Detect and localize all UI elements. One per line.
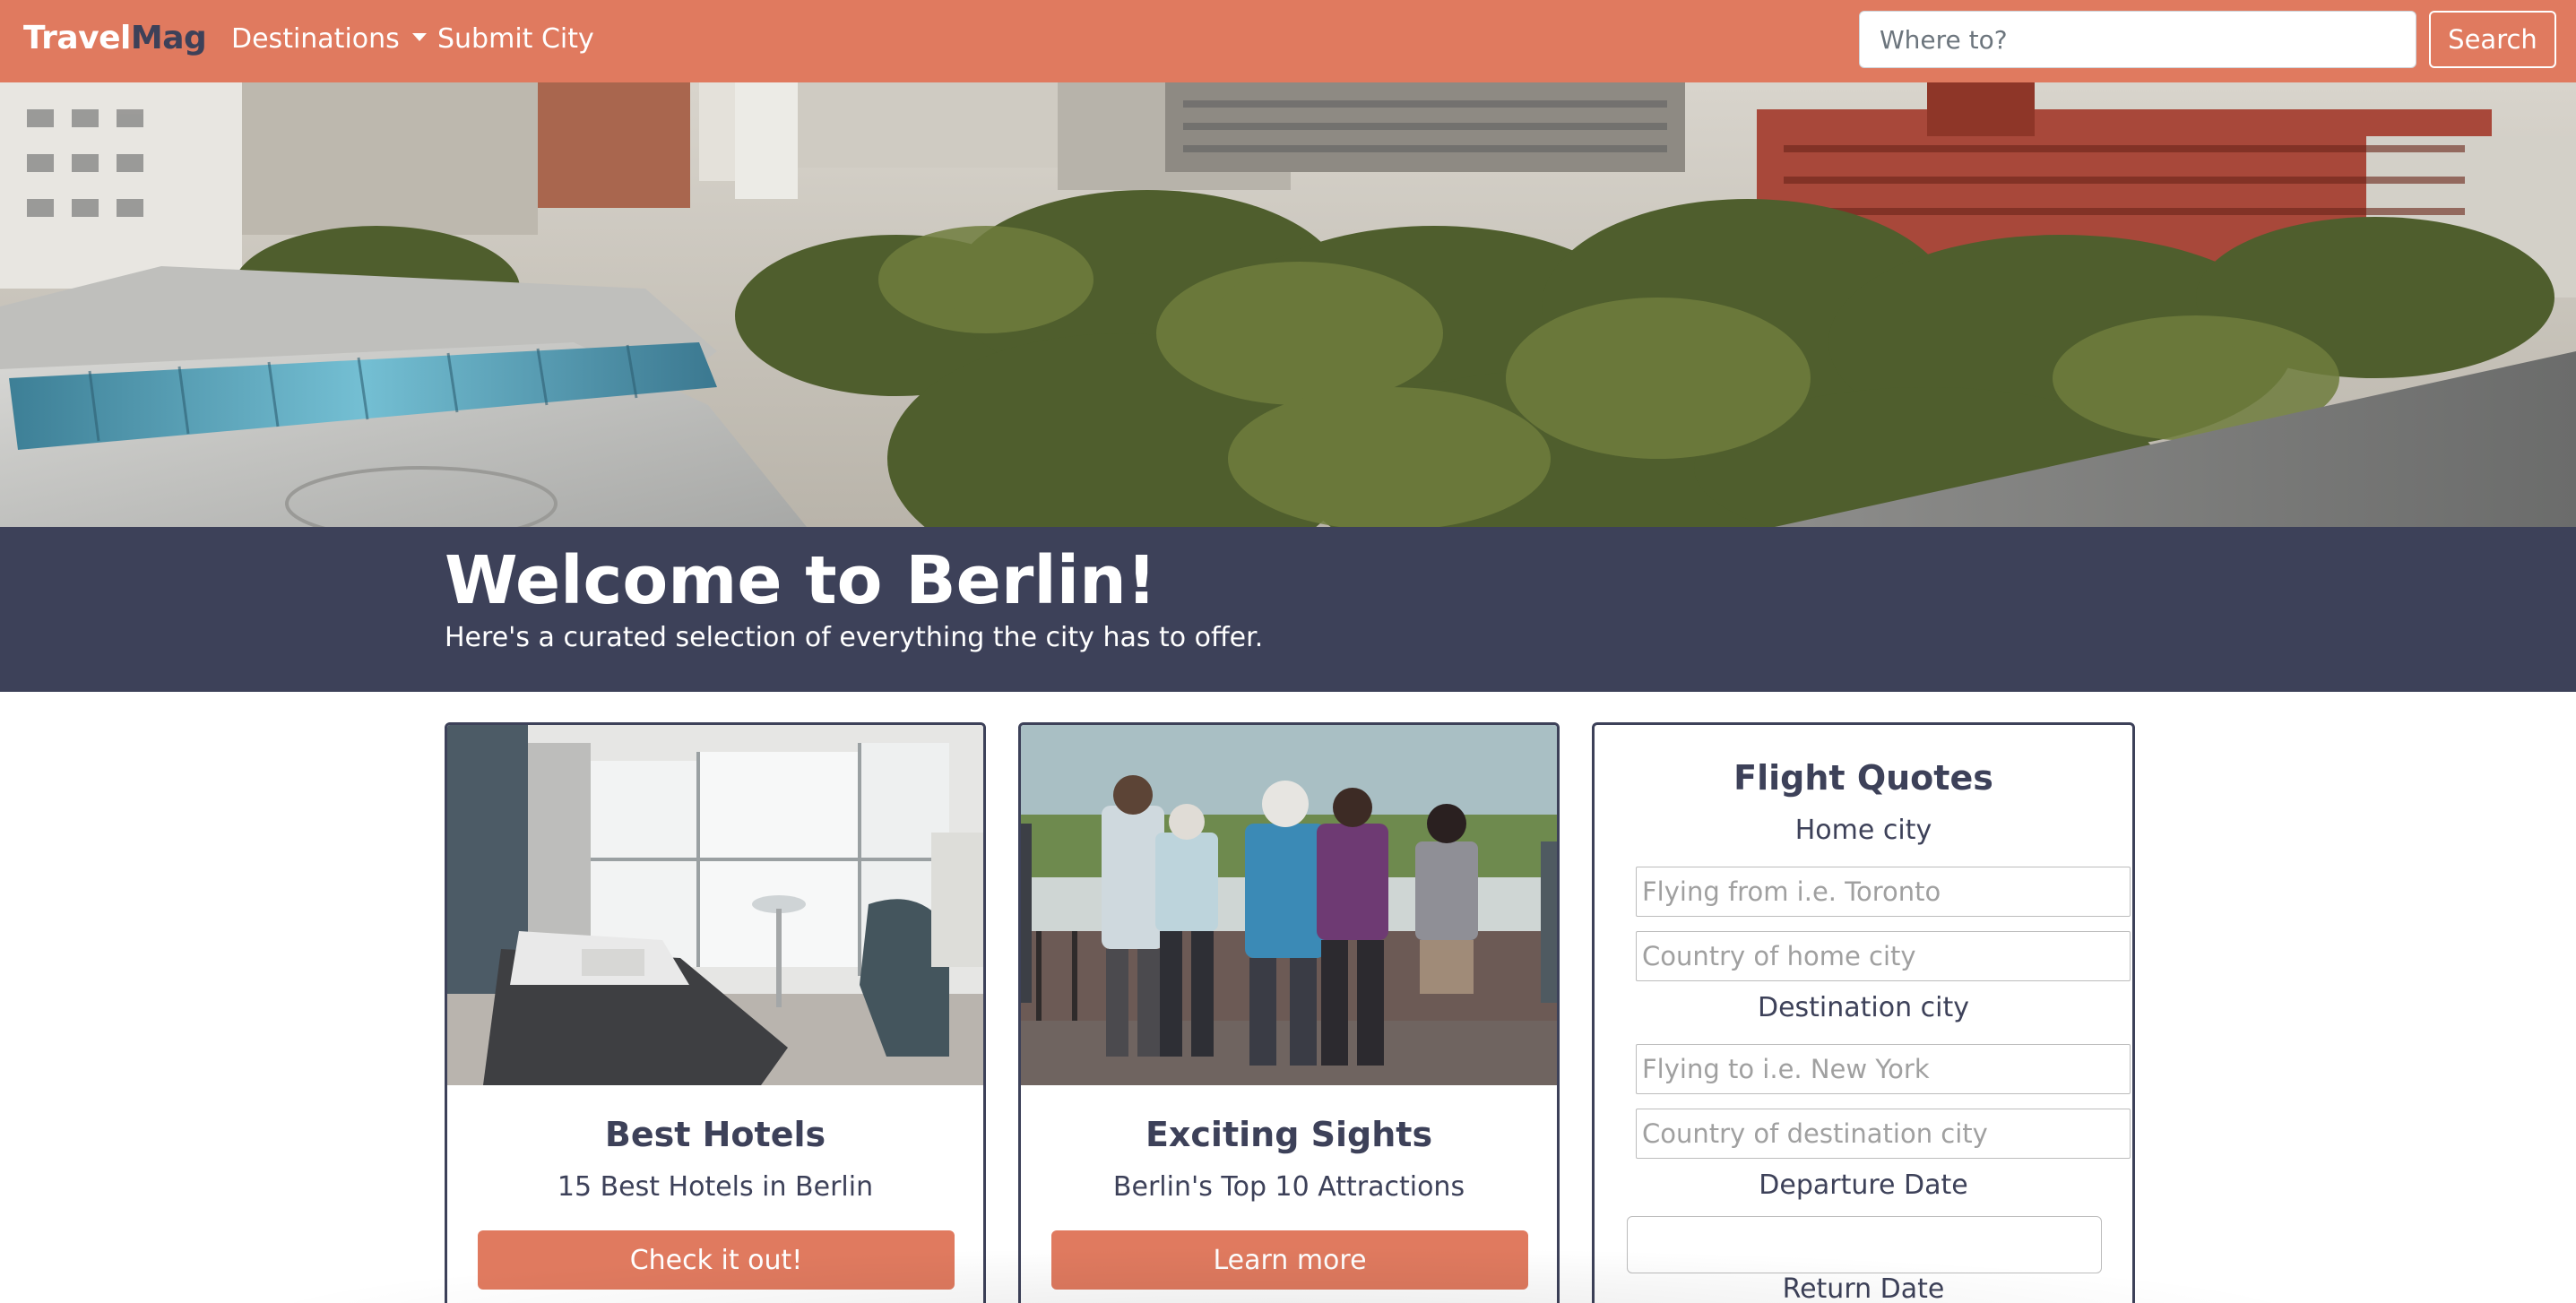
welcome-banner: Welcome to Berlin! Here's a curated sele…: [0, 527, 2576, 692]
destination-country-input[interactable]: [1636, 1109, 2131, 1159]
page-subtitle: Here's a curated selection of everything…: [445, 622, 1264, 653]
tourists-image: [1021, 725, 1557, 1085]
navbar: TravelMag Destinations Submit City Searc…: [0, 0, 2576, 82]
brand-part-travel: Travel: [23, 20, 131, 56]
destination-city-label: Destination city: [1757, 992, 1970, 1023]
home-country-input[interactable]: [1636, 931, 2131, 981]
search-button[interactable]: Search: [2429, 11, 2556, 68]
return-date-label: Return Date: [1782, 1273, 1945, 1303]
flight-quotes-title: Flight Quotes: [1733, 758, 1993, 798]
submit-city-link[interactable]: Submit City: [437, 20, 594, 59]
brand-part-mag: Mag: [130, 20, 207, 56]
page-title: Welcome to Berlin!: [445, 542, 1157, 619]
hero-image: [0, 82, 2576, 527]
home-city-label: Home city: [1794, 815, 1932, 846]
caret-down-icon: [411, 33, 427, 41]
sights-card-title: Exciting Sights: [1145, 1115, 1433, 1154]
hotels-card-text: 15 Best Hotels in Berlin: [557, 1171, 874, 1203]
destinations-dropdown[interactable]: Destinations: [231, 20, 427, 59]
destinations-label: Destinations: [231, 23, 400, 55]
search-input[interactable]: [1859, 11, 2416, 68]
sights-card: Exciting Sights Berlin's Top 10 Attracti…: [1018, 722, 1560, 1303]
flight-quotes-form: Flight Quotes Home city Destination city…: [1592, 722, 2135, 1303]
learn-more-button[interactable]: Learn more: [1051, 1230, 1528, 1290]
hotels-card: Best Hotels 15 Best Hotels in Berlin Che…: [445, 722, 986, 1303]
sights-card-text: Berlin's Top 10 Attractions: [1112, 1171, 1465, 1203]
destination-city-input[interactable]: [1636, 1044, 2131, 1094]
home-city-input[interactable]: [1636, 867, 2131, 917]
departure-date-label: Departure Date: [1759, 1169, 1968, 1201]
departure-date-input[interactable]: [1627, 1216, 2102, 1273]
check-it-out-button[interactable]: Check it out!: [478, 1230, 955, 1290]
hotels-card-title: Best Hotels: [604, 1115, 826, 1154]
brand-logo[interactable]: TravelMag: [23, 16, 207, 61]
hotel-room-image: [447, 725, 983, 1085]
